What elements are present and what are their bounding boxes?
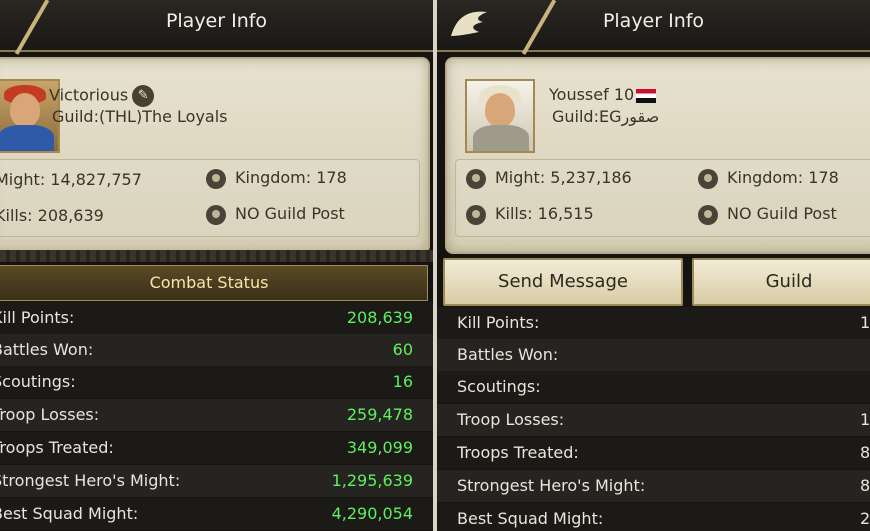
player-guild: Guild:EGصقور xyxy=(552,107,660,126)
row-label: Troops Treated: xyxy=(0,438,114,457)
flag-icon xyxy=(636,88,657,103)
title-bar: Player Info xyxy=(437,0,870,55)
row-value: 1 xyxy=(860,313,870,332)
kills-stat: Kills: 16,515 xyxy=(466,204,594,225)
row-label: Scoutings: xyxy=(457,377,541,396)
row-label: Strongest Hero's Might: xyxy=(457,476,646,495)
kingdom-stat: Kingdom: 178 xyxy=(698,168,839,189)
guild-button[interactable]: Guild xyxy=(692,258,870,306)
kills-icon xyxy=(466,204,486,225)
table-row: Best Squad Might: 4,290,054 xyxy=(0,498,433,530)
quill-icon[interactable]: ✎ xyxy=(132,85,155,107)
table-row: Strongest Hero's Might: 1,295,639 xyxy=(0,465,433,497)
player-info-panel-right: Player Info Youssef 10 Guild:EGصقور Migh… xyxy=(437,0,870,531)
kingdom-text: Kingdom: 178 xyxy=(727,168,839,187)
player-name-text: Victorious xyxy=(49,85,129,105)
player-name: Victorious ✎ xyxy=(49,85,155,107)
row-label: Troop Losses: xyxy=(0,405,100,424)
guild-post-text: NO Guild Post xyxy=(727,204,837,223)
player-card: Victorious ✎ Guild:(THL)The Loyals Might:… xyxy=(0,57,430,254)
player-guild: Guild:(THL)The Loyals xyxy=(52,107,228,126)
row-label: Kill Points: xyxy=(457,313,540,332)
avatar[interactable] xyxy=(465,79,535,153)
row-label: Scoutings: xyxy=(0,372,76,391)
might-stat: Might: 14,827,757 xyxy=(0,170,142,189)
row-value: 12 xyxy=(860,410,870,429)
guild-post-text: NO Guild Post xyxy=(235,204,345,223)
row-label: Troop Losses: xyxy=(457,410,565,429)
might-text: Might: 5,237,186 xyxy=(495,168,632,187)
row-value: 2,00 xyxy=(860,509,870,528)
page-title: Player Info xyxy=(165,10,268,32)
player-info-panel-left: Player Info Victorious ✎ Guild:(THL)The L… xyxy=(0,0,433,531)
row-label: Best Squad Might: xyxy=(457,509,604,528)
row-value: 208,639 xyxy=(346,308,413,327)
table-row: Battles Won: xyxy=(437,339,870,371)
row-value: 1,295,639 xyxy=(331,471,413,490)
player-name-text: Youssef 10 xyxy=(549,85,635,104)
table-row: Kill Points: 1 xyxy=(437,307,870,339)
row-value: 4,290,054 xyxy=(331,504,413,523)
row-label: Battles Won: xyxy=(0,340,94,359)
page-title: Player Info xyxy=(602,10,705,32)
title-bar: Player Info xyxy=(0,0,433,55)
kills-text: Kills: 16,515 xyxy=(495,204,594,223)
combat-status-header: Combat Status xyxy=(0,265,428,301)
table-row: Best Squad Might: 2,00 xyxy=(437,503,870,531)
stats-box: Might: 5,237,186 Kingdom: 178 Kills: 16,… xyxy=(455,159,870,237)
row-value: 8 xyxy=(860,443,870,462)
divider-stripe xyxy=(0,250,433,262)
row-label: Kill Points: xyxy=(0,308,75,327)
row-label: Battles Won: xyxy=(457,345,559,364)
kills-stat: Kills: 208,639 xyxy=(0,206,104,225)
kingdom-icon xyxy=(698,168,718,189)
table-row: Strongest Hero's Might: 86 xyxy=(437,470,870,502)
row-value: 60 xyxy=(392,340,413,359)
table-row: Troop Losses: 259,478 xyxy=(0,399,433,431)
stats-box: Might: 14,827,757 Kingdom: 178 Kills: 20… xyxy=(0,159,420,237)
table-row: Kill Points: 208,639 xyxy=(0,302,433,334)
row-value: 259,478 xyxy=(346,405,413,424)
kingdom-icon xyxy=(206,168,226,189)
guild-post-icon xyxy=(698,204,718,225)
might-icon xyxy=(466,168,486,189)
row-label: Strongest Hero's Might: xyxy=(0,471,181,490)
kingdom-stat: Kingdom: 178 xyxy=(206,168,347,189)
player-card: Youssef 10 Guild:EGصقور Might: 5,237,186… xyxy=(445,57,870,254)
table-row: Troops Treated: 8 xyxy=(437,437,870,469)
guild-post-icon xyxy=(206,204,226,225)
table-row: Troops Treated: 349,099 xyxy=(0,432,433,464)
table-row: Battles Won: 60 xyxy=(0,334,433,366)
table-row: Troop Losses: 12 xyxy=(437,404,870,436)
kingdom-text: Kingdom: 178 xyxy=(235,168,347,187)
send-message-button[interactable]: Send Message xyxy=(443,258,683,306)
table-row: Scoutings: xyxy=(437,371,870,403)
table-row: Scoutings: 16 xyxy=(0,366,433,398)
might-stat: Might: 5,237,186 xyxy=(466,168,632,189)
guild-post-stat: NO Guild Post xyxy=(698,204,837,225)
row-value: 16 xyxy=(392,372,413,391)
player-name: Youssef 10 xyxy=(549,85,657,104)
row-label: Best Squad Might: xyxy=(0,504,139,523)
row-value: 349,099 xyxy=(346,438,413,457)
row-value: 86 xyxy=(860,476,870,495)
guild-post-stat: NO Guild Post xyxy=(206,204,345,225)
row-label: Troops Treated: xyxy=(457,443,579,462)
